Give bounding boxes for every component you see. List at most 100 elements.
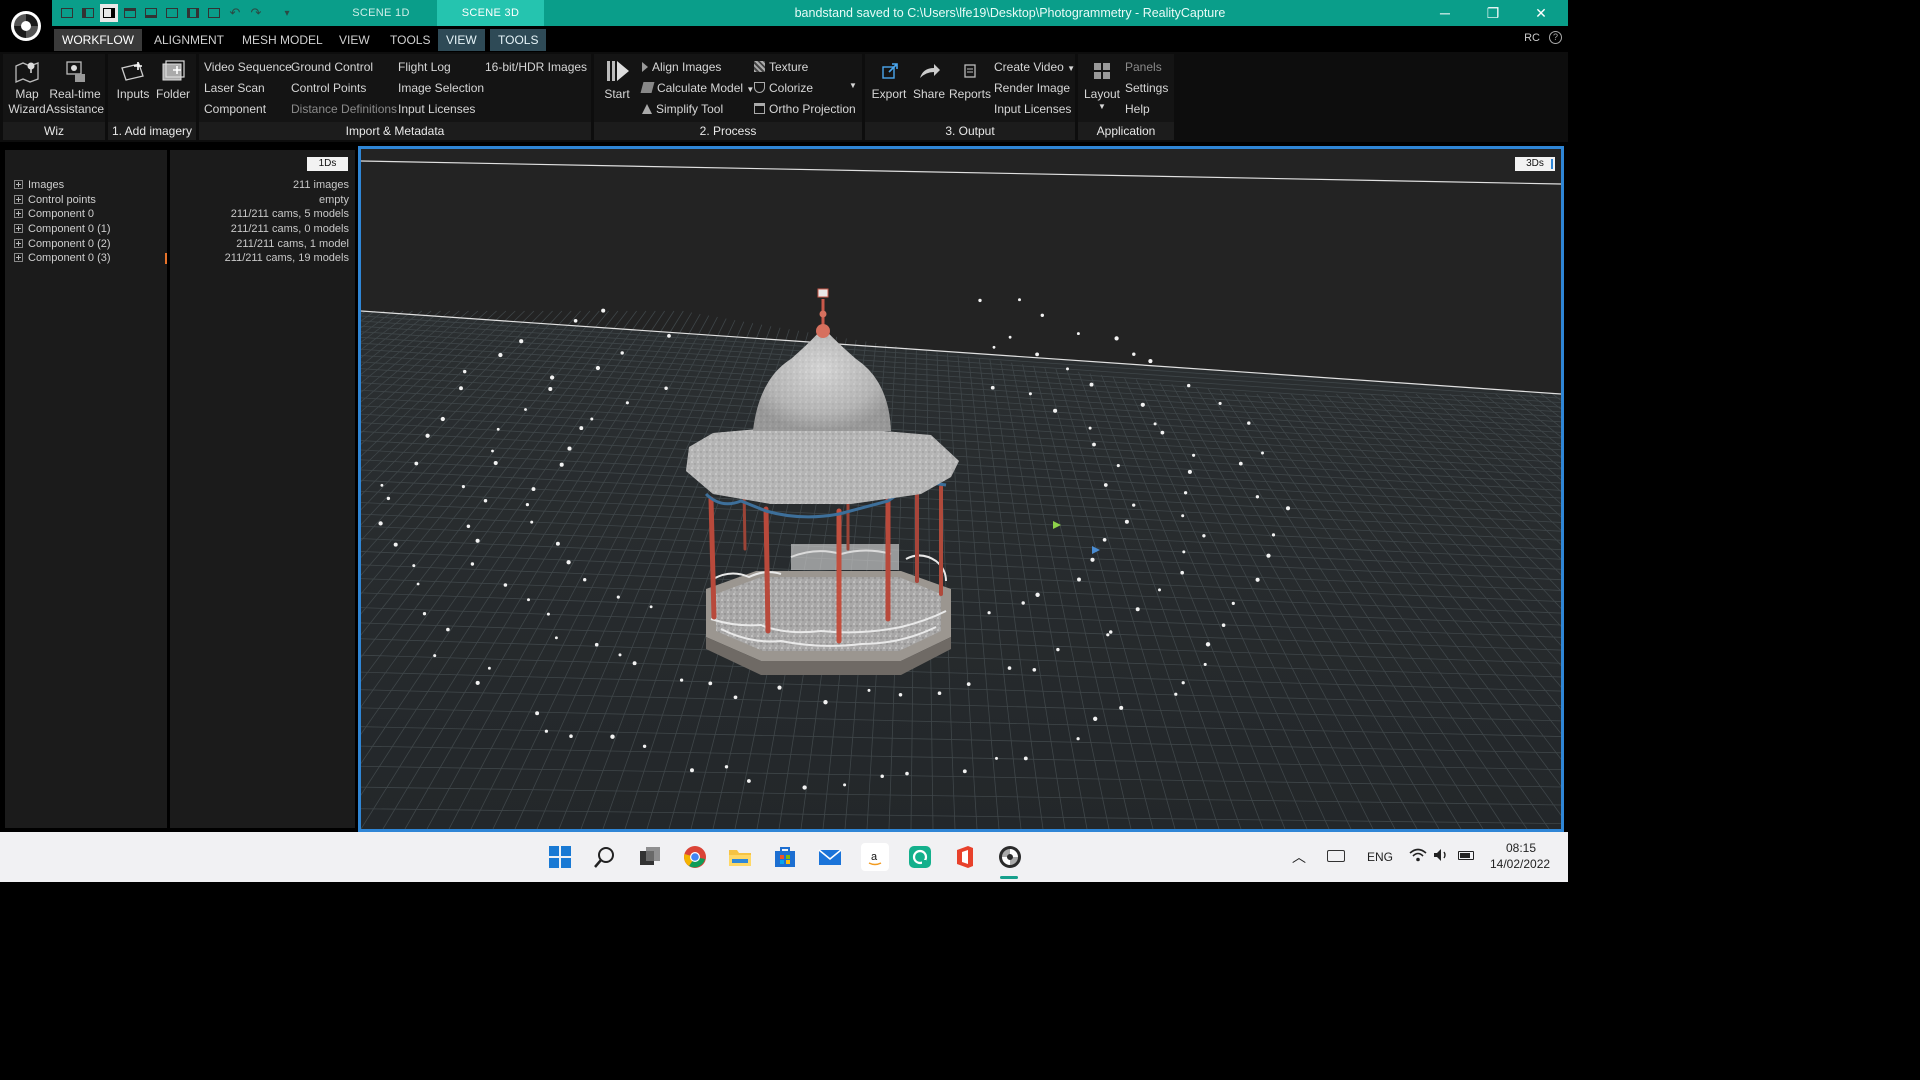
camera-point[interactable]	[937, 691, 942, 695]
3d-scene[interactable]	[361, 149, 1561, 829]
camera-point[interactable]	[1205, 642, 1211, 647]
camera-point[interactable]	[1132, 503, 1136, 507]
camera-point[interactable]	[724, 765, 729, 769]
camera-point[interactable]	[1271, 533, 1276, 537]
search-icon[interactable]	[591, 843, 619, 871]
settings-button[interactable]: Settings	[1125, 81, 1168, 95]
camera-point[interactable]	[1203, 662, 1207, 666]
camera-point[interactable]	[1153, 422, 1157, 426]
camera-point[interactable]	[1076, 737, 1080, 741]
expand-icon[interactable]	[14, 195, 23, 204]
menu-mesh-model[interactable]: MESH MODEL	[234, 29, 331, 51]
camera-point[interactable]	[1088, 426, 1092, 430]
keyboard-icon[interactable]	[1327, 850, 1345, 862]
camera-point[interactable]	[664, 386, 668, 390]
colorize-button[interactable]: Colorize	[754, 81, 813, 95]
camera-point[interactable]	[466, 524, 471, 529]
camera-point[interactable]	[1181, 681, 1185, 685]
flight-log-button[interactable]: Flight Log	[398, 60, 451, 74]
camera-point[interactable]	[601, 308, 606, 313]
wifi-icon[interactable]	[1409, 848, 1427, 865]
camera-point[interactable]	[380, 483, 384, 487]
camera-point[interactable]	[1056, 647, 1060, 652]
camera-point[interactable]	[531, 487, 536, 492]
folder-button[interactable]: Folder	[154, 58, 192, 102]
mail-icon[interactable]	[816, 843, 844, 871]
camera-point[interactable]	[667, 334, 671, 338]
menu-alignment[interactable]: ALIGNMENT	[146, 29, 232, 51]
camera-point[interactable]	[880, 774, 884, 778]
camera-point[interactable]	[493, 460, 498, 466]
camera-point[interactable]	[594, 642, 599, 647]
3d-viewport[interactable]: 3Ds	[358, 146, 1564, 832]
layout-grid-icon[interactable]	[142, 4, 160, 22]
camera-point[interactable]	[1255, 577, 1260, 582]
video-sequence-button[interactable]: Video Sequence	[204, 60, 292, 74]
camera-point[interactable]	[1266, 553, 1271, 558]
layout-multi-icon[interactable]	[205, 4, 223, 22]
camera-point[interactable]	[610, 734, 615, 739]
camera-point[interactable]	[1181, 514, 1185, 518]
expand-icon[interactable]	[14, 180, 23, 189]
map-wizard-button[interactable]: Map Wizard	[7, 58, 47, 117]
camera-point[interactable]	[1135, 607, 1140, 612]
camera-point[interactable]	[995, 756, 998, 760]
office-icon[interactable]	[951, 843, 979, 871]
camera-point[interactable]	[1187, 469, 1192, 474]
camera-point[interactable]	[590, 417, 594, 421]
language-indicator[interactable]: ENG	[1367, 850, 1393, 864]
camera-point[interactable]	[1008, 335, 1012, 339]
camera-point[interactable]	[1035, 592, 1040, 597]
camera-point[interactable]	[777, 685, 782, 690]
undo-icon[interactable]: ↶	[226, 4, 244, 22]
camera-point[interactable]	[546, 612, 550, 616]
camera-point[interactable]	[412, 564, 416, 568]
texture-button[interactable]: Texture	[754, 60, 808, 74]
file-explorer-icon[interactable]	[726, 843, 754, 871]
tree-item-component-0-2[interactable]: Component 0 (2)	[14, 237, 111, 252]
realitycapture-icon[interactable]	[996, 843, 1024, 871]
camera-point[interactable]	[1090, 557, 1095, 562]
image-selection-button[interactable]: Image Selection	[398, 81, 484, 95]
camera-point[interactable]	[414, 461, 419, 466]
camera-point[interactable]	[525, 502, 530, 507]
camera-point[interactable]	[625, 401, 629, 405]
camera-point[interactable]	[733, 695, 738, 700]
camera-point[interactable]	[1021, 601, 1025, 605]
camera-point[interactable]	[462, 369, 467, 374]
camera-point[interactable]	[823, 700, 828, 705]
camera-point[interactable]	[1077, 577, 1081, 582]
menu-context-tools[interactable]: TOOLS	[490, 29, 547, 51]
camera-point[interactable]	[440, 416, 445, 422]
dropdown-icon[interactable]: ▾	[278, 4, 296, 22]
microsoft-store-icon[interactable]	[771, 843, 799, 871]
camera-point[interactable]	[595, 365, 601, 371]
create-video-button[interactable]: Create Video ▼	[994, 60, 1075, 74]
camera-point[interactable]	[649, 605, 653, 609]
layout-columns-icon[interactable]	[184, 4, 202, 22]
camera-point[interactable]	[1076, 332, 1080, 336]
camera-point[interactable]	[1040, 313, 1045, 318]
camera-point[interactable]	[487, 666, 491, 670]
camera-point[interactable]	[978, 298, 982, 303]
camera-point[interactable]	[1093, 716, 1098, 721]
camera-point[interactable]	[1261, 451, 1264, 455]
control-points-button[interactable]: Control Points	[291, 81, 366, 95]
camera-point[interactable]	[583, 578, 587, 582]
camera-point[interactable]	[498, 352, 503, 358]
camera-point[interactable]	[1174, 692, 1178, 696]
camera-point[interactable]	[1032, 667, 1037, 672]
hdr-images-button[interactable]: 16-bit/HDR Images	[485, 60, 587, 74]
realtime-assistance-button[interactable]: Real-time Assistance	[46, 58, 104, 117]
clock-time[interactable]: 08:15	[1506, 841, 1536, 855]
simplify-tool-button[interactable]: Simplify Tool	[642, 102, 723, 116]
camera-point[interactable]	[544, 729, 549, 733]
camera-point[interactable]	[1140, 402, 1145, 407]
input-licenses-button[interactable]: Input Licenses	[398, 102, 475, 116]
camera-point[interactable]	[1132, 352, 1136, 356]
layout-dropdown-icon[interactable]: ▼	[1098, 102, 1106, 112]
camera-point[interactable]	[620, 351, 624, 355]
camera-point[interactable]	[475, 538, 480, 543]
camera-point[interactable]	[1119, 705, 1124, 710]
camera-point[interactable]	[470, 562, 475, 566]
